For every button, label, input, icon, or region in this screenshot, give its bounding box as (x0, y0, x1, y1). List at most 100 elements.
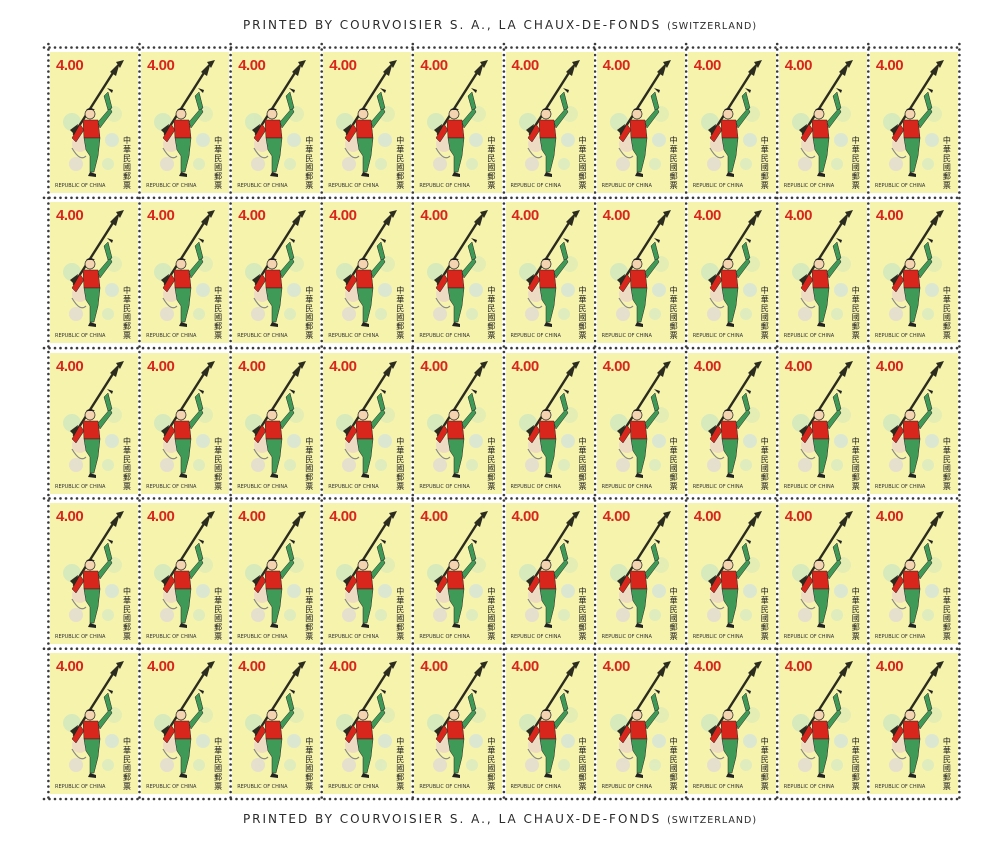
perforation-hole (958, 543, 961, 546)
perforation-hole (917, 46, 920, 49)
perforation-hole (958, 163, 961, 167)
stamp-country-zh: 中華民國郵票 (214, 136, 223, 190)
perforation-hole (862, 647, 865, 650)
perforation-hole (543, 46, 546, 49)
perforation-hole (928, 647, 931, 650)
perforation-hole (53, 647, 57, 650)
perforation-hole (449, 196, 453, 200)
perforation-hole (620, 346, 623, 350)
perforation-hole (708, 46, 711, 49)
perforation-hole (356, 46, 359, 49)
perforation-hole (537, 46, 541, 49)
perforation-hole (279, 346, 282, 350)
stamp-denomination: 4.00 (693, 658, 722, 676)
perforation-hole (345, 647, 348, 650)
perforation-hole (845, 497, 849, 500)
stamp-country-en: REPUBLIC OF CHINA (692, 483, 744, 490)
perforation-hole (64, 497, 68, 500)
perforation-hole (713, 346, 717, 350)
stamp-country-zh: 中華民國郵票 (851, 737, 860, 792)
perforation-hole (279, 497, 282, 500)
perforation-hole (240, 46, 244, 49)
perforation-hole (499, 196, 502, 200)
perforation-hole (548, 46, 552, 49)
perforation-hole (647, 497, 651, 500)
perforation-hole (958, 97, 961, 101)
perforation-hole (636, 46, 640, 49)
perforation-hole (317, 46, 321, 49)
perforation-hole (502, 42, 506, 46)
stamp: 4.00 中華民國郵票 REPUBLIC OF CHINA (141, 202, 230, 344)
stamp: 4.00 中華民國郵票 REPUBLIC OF CHINA (505, 653, 594, 795)
perforation-hole (763, 196, 766, 200)
perforation-hole (906, 797, 909, 801)
perforation-hole (559, 196, 563, 200)
perforation-hole (664, 647, 667, 650)
perforation-hole (587, 497, 590, 500)
perforation-hole (246, 797, 249, 801)
perforation-hole (796, 346, 799, 350)
stamp-denomination: 4.00 (602, 507, 631, 525)
perforation-hole (372, 46, 376, 49)
perforation-hole (958, 108, 961, 112)
perforation-hole (730, 346, 733, 350)
perforation-hole (108, 346, 112, 350)
perforation-hole (664, 46, 667, 49)
perforation-hole (554, 196, 557, 200)
perforation-hole (158, 346, 161, 350)
stamp-denomination: 4.00 (784, 207, 813, 225)
perforation-hole (958, 328, 961, 332)
perforation-hole (59, 46, 62, 49)
perforation-hole (493, 797, 497, 801)
stamp-denomination: 4.00 (329, 57, 357, 74)
perforation-hole (774, 797, 777, 801)
perforation-hole (103, 497, 106, 500)
perforation-hole (958, 719, 961, 722)
perforation-hole (224, 647, 227, 650)
perforation-hole (958, 625, 961, 629)
perforation-hole (669, 346, 673, 350)
stamp: 4.00 中華民國郵票 REPUBLIC OF CHINA (869, 352, 958, 494)
perforation-hole (708, 497, 711, 500)
perforation-hole (958, 598, 961, 601)
perforation-hole (928, 196, 931, 200)
perforation-hole (196, 797, 200, 801)
perforation-hole (958, 75, 961, 79)
perforation-hole (944, 797, 948, 801)
perforation-hole (625, 647, 629, 650)
perforation-hole (119, 647, 123, 650)
perforation-hole (730, 797, 733, 801)
perforation-hole (59, 797, 62, 801)
perforation-hole (466, 797, 469, 801)
perforation-hole (240, 797, 244, 801)
perforation-hole (807, 346, 810, 350)
perforation-hole (958, 796, 961, 799)
perforation-hole (460, 196, 464, 200)
stamp-denomination: 4.00 (602, 57, 631, 74)
perforation-hole (906, 46, 909, 49)
perforation-hole (958, 708, 961, 711)
perforation-hole (504, 497, 508, 500)
perforation-hole (119, 797, 123, 801)
perforation-hole (400, 346, 403, 350)
perforation-hole (64, 46, 68, 49)
stamp-country-en: REPUBLIC OF CHINA (601, 483, 652, 490)
perforation-hole (141, 196, 145, 200)
perforation-hole (185, 797, 189, 801)
perforation-hole (840, 196, 843, 200)
perforation-hole (958, 785, 961, 788)
perforation-hole (328, 196, 332, 200)
perforation-hole (427, 196, 431, 200)
perforation-hole (48, 497, 51, 500)
perforation-hole (873, 797, 876, 801)
perforation-hole (774, 346, 777, 350)
stamp-denomination: 4.00 (238, 57, 266, 74)
perforation-hole (642, 346, 645, 350)
perforation-hole (86, 647, 90, 650)
perforation-hole (394, 196, 398, 200)
perforation-hole (636, 647, 640, 650)
perforation-hole (928, 46, 931, 49)
perforation-hole (482, 346, 486, 350)
perforation-hole (911, 196, 915, 200)
perforation-hole (845, 46, 849, 49)
